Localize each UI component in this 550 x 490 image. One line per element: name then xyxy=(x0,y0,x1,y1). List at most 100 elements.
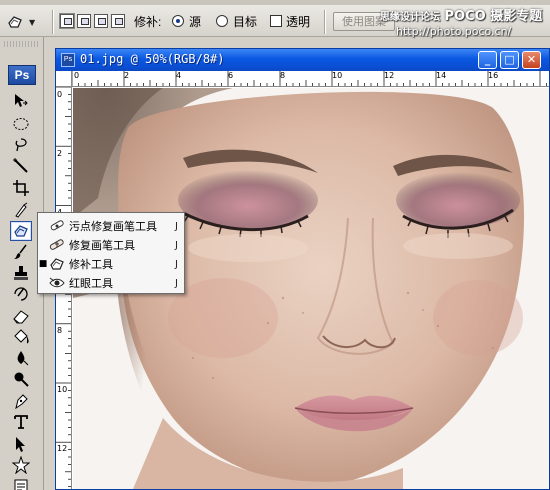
document-title: 01.jpg @ 50%(RGB/8#) xyxy=(80,52,225,66)
flyout-item-label: 污点修复画笔工具 xyxy=(69,220,157,233)
type-tool[interactable] xyxy=(10,412,32,432)
watermark-line1: 思缘设计论坛 POCO 摄影专题 xyxy=(380,5,542,24)
flyout-item-healing-brush[interactable]: 修复画笔工具 J xyxy=(38,236,184,254)
red-eye-icon xyxy=(49,277,65,288)
ruler-label: 16 xyxy=(488,71,499,80)
magic-wand-icon xyxy=(13,158,28,173)
ruler-origin[interactable] xyxy=(56,71,72,87)
document-icon: Ps xyxy=(61,53,75,67)
brush-icon xyxy=(14,244,27,259)
history-brush-tool[interactable] xyxy=(10,284,32,304)
patch-icon xyxy=(14,225,28,237)
eraser-tool[interactable] xyxy=(10,306,32,326)
spot-healing-brush-icon xyxy=(50,220,64,231)
destination-radio[interactable] xyxy=(216,15,228,27)
clone-stamp-tool[interactable] xyxy=(10,263,32,283)
notes-tool[interactable] xyxy=(10,477,32,490)
selection-mode-group xyxy=(60,14,125,28)
type-icon xyxy=(14,415,28,429)
source-radio[interactable] xyxy=(172,15,184,27)
magic-wand-tool[interactable] xyxy=(10,156,32,176)
ruler-label: 4 xyxy=(176,71,182,80)
marquee-icon xyxy=(13,118,29,130)
flyout-item-patch[interactable]: ■ 修补工具 J xyxy=(38,255,184,273)
source-label: 源 xyxy=(189,15,202,29)
ruler-label: 2 xyxy=(57,149,63,158)
ruler-label: 14 xyxy=(436,71,447,80)
chevron-down-icon: ▼ xyxy=(29,17,36,27)
slice-tool[interactable] xyxy=(10,200,32,220)
marquee-tool[interactable] xyxy=(10,114,32,134)
maximize-button[interactable]: □ xyxy=(500,51,519,69)
crop-icon xyxy=(13,180,29,196)
ruler-label: 10 xyxy=(57,385,68,394)
slice-icon xyxy=(15,202,28,218)
shortcut-key: J xyxy=(175,220,178,232)
pen-tool[interactable] xyxy=(10,391,32,411)
toolbox-grip[interactable] xyxy=(4,41,40,47)
crop-tool[interactable] xyxy=(10,178,32,198)
notes-icon xyxy=(14,479,28,490)
ruler-horizontal[interactable]: 0 2 4 6 8 10 12 14 16 xyxy=(72,71,549,87)
shape-tool[interactable] xyxy=(10,455,32,475)
path-selection-tool[interactable] xyxy=(10,434,32,454)
paint-bucket-tool[interactable] xyxy=(10,327,32,347)
dodge-icon xyxy=(14,372,29,387)
brush-tool[interactable] xyxy=(10,242,32,262)
pen-icon xyxy=(15,394,28,410)
eraser-icon xyxy=(13,310,29,324)
patch-icon xyxy=(50,258,64,270)
flyout-item-label: 修补工具 xyxy=(69,258,113,271)
patch-icon xyxy=(8,16,22,28)
ruler-horizontal-ticks xyxy=(72,71,547,86)
flyout-item-spot-healing[interactable]: 污点修复画笔工具 J xyxy=(38,217,184,235)
shortcut-key: J xyxy=(175,239,178,251)
subtract-from-selection-button[interactable] xyxy=(94,14,108,28)
document-titlebar[interactable]: Ps 01.jpg @ 50%(RGB/8#) _ □ ✕ xyxy=(56,49,549,71)
ruler-label: 8 xyxy=(57,326,63,335)
history-brush-icon xyxy=(14,287,28,301)
ruler-label: 0 xyxy=(74,71,80,80)
watermark-url: http://photo.poco.cn/ xyxy=(396,25,512,38)
ruler-label: 12 xyxy=(57,444,68,453)
blur-icon xyxy=(17,351,29,366)
ruler-label: 0 xyxy=(57,90,63,99)
destination-label: 目标 xyxy=(233,15,258,29)
lasso-tool[interactable] xyxy=(10,135,32,155)
intersect-selection-button[interactable] xyxy=(111,14,125,28)
lasso-icon xyxy=(15,138,27,152)
selection-bullet: ■ xyxy=(38,259,48,269)
flyout-item-label: 修复画笔工具 xyxy=(69,239,135,252)
ruler-label: 2 xyxy=(124,71,130,80)
close-button[interactable]: ✕ xyxy=(522,51,541,69)
add-to-selection-button[interactable] xyxy=(77,14,91,28)
ruler-label: 12 xyxy=(384,71,395,80)
paint-bucket-icon xyxy=(14,329,29,344)
move-tool[interactable] xyxy=(10,91,32,111)
minimize-button[interactable]: _ xyxy=(478,51,497,69)
divider xyxy=(52,10,54,34)
healing-tools-flyout: 污点修复画笔工具 J 修复画笔工具 J ■ 修补工具 J 红眼工具 J xyxy=(37,212,185,294)
shortcut-key: J xyxy=(175,258,178,270)
flyout-item-label: 红眼工具 xyxy=(69,277,113,290)
patch-label: 修补: xyxy=(134,15,162,29)
move-icon xyxy=(15,94,28,107)
maximize-icon: □ xyxy=(504,53,515,66)
ruler-label: 10 xyxy=(332,71,343,80)
healing-tool-selected[interactable] xyxy=(10,221,32,241)
blur-tool[interactable] xyxy=(10,348,32,368)
close-icon: ✕ xyxy=(526,53,537,66)
flyout-item-red-eye[interactable]: 红眼工具 J xyxy=(38,274,184,292)
ruler-label: 6 xyxy=(228,71,234,80)
transparent-label: 透明 xyxy=(286,15,311,29)
watermark-brand: POCO 摄影专题 xyxy=(444,9,543,24)
dodge-tool[interactable] xyxy=(10,369,32,389)
transparent-checkbox[interactable] xyxy=(270,15,282,27)
new-selection-button[interactable] xyxy=(60,14,74,28)
clone-stamp-icon xyxy=(14,266,28,280)
photoshop-logo[interactable]: Ps xyxy=(8,65,36,85)
healing-brush-icon xyxy=(49,239,64,250)
options-bar: ▼ 修补: 源 目标 透明 使用图案 思缘设计论坛 POCO 摄影专题 http… xyxy=(0,5,550,38)
tool-preset-picker[interactable]: ▼ xyxy=(6,11,40,33)
minimize-icon: _ xyxy=(484,53,491,66)
